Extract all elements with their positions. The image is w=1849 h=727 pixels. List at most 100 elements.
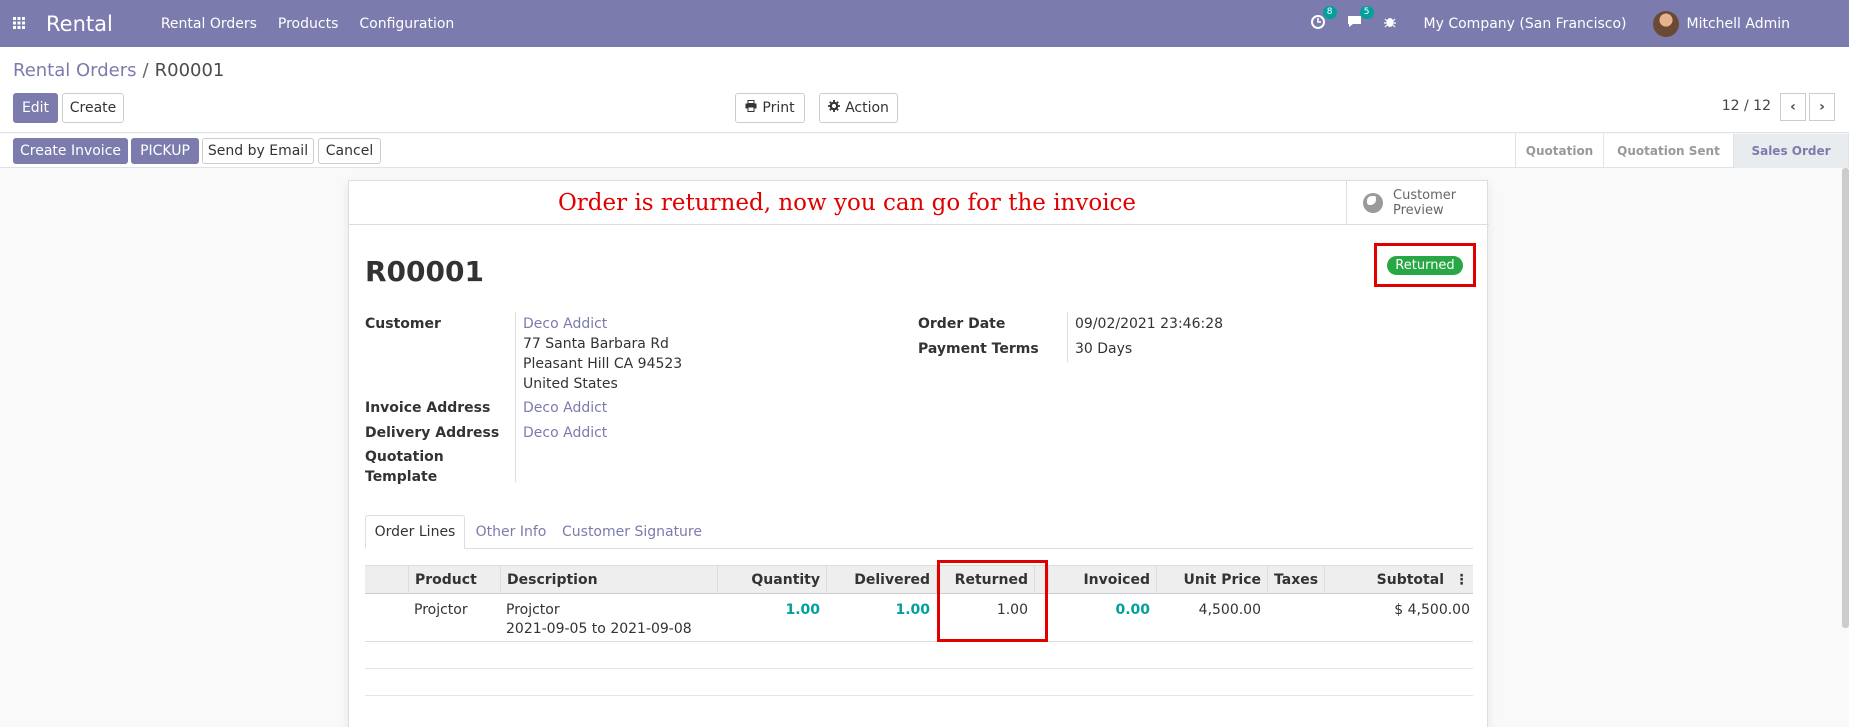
info-banner: Order is returned, now you can go for th… (349, 181, 1489, 225)
breadcrumb-current: R00001 (154, 60, 225, 81)
create-invoice-button[interactable]: Create Invoice (13, 138, 128, 164)
breadcrumb-separator: / (142, 60, 149, 81)
notebook-tabs: Order Lines Other Info Customer Signatur… (365, 515, 1473, 549)
customer-preview-label: Customer Preview (1393, 188, 1456, 218)
cell-delivered: 1.00 (895, 602, 930, 618)
preview-label-line1: Customer (1393, 188, 1457, 203)
address-line-1: 77 Santa Barbara Rd (523, 336, 669, 352)
field-divider-right (1067, 312, 1068, 362)
payment-terms-value: 30 Days (1075, 341, 1133, 357)
globe-icon (1363, 193, 1383, 213)
cell-subtotal: $ 4,500.00 (1394, 602, 1470, 618)
delivery-address-label: Delivery Address (365, 425, 500, 441)
address-line-3: United States (523, 376, 618, 392)
handle-column-header (365, 566, 409, 594)
pager-counter[interactable]: 12 / 12 (1722, 98, 1771, 114)
breadcrumb: Rental Orders / R00001 (13, 60, 224, 81)
cell-invoiced: 0.00 (1115, 602, 1150, 618)
column-invoiced[interactable]: Invoiced (1048, 566, 1156, 594)
cell-product: Projctor (414, 602, 468, 618)
banner-message: Order is returned, now you can go for th… (557, 190, 1137, 216)
send-by-email-button[interactable]: Send by Email (202, 138, 314, 164)
control-panel: Rental Orders / R00001 Edit Create Print A… (0, 47, 1849, 133)
tab-customer-signature[interactable]: Customer Signature (557, 515, 707, 549)
top-navbar: Rental Rental Orders Products Configurat… (0, 0, 1849, 47)
breadcrumb-rental-orders[interactable]: Rental Orders (13, 60, 137, 81)
cell-unit-price: 4,500.00 (1198, 602, 1261, 618)
empty-table-row (365, 642, 1473, 669)
create-button[interactable]: Create (62, 93, 124, 123)
cancel-button[interactable]: Cancel (318, 138, 381, 164)
quotation-template-label-1: Quotation (365, 449, 444, 465)
action-button[interactable]: Action (819, 93, 898, 123)
field-divider-left (515, 312, 516, 482)
edit-button[interactable]: Edit (13, 93, 58, 123)
page-scrollbar[interactable] (1842, 168, 1849, 628)
action-label: Action (845, 100, 889, 116)
status-badge: Returned (1387, 255, 1463, 275)
order-date-value: 09/02/2021 23:46:28 (1075, 316, 1224, 332)
customer-label: Customer (365, 316, 441, 332)
column-subtotal[interactable]: Subtotal (1324, 566, 1450, 594)
form-sheet: Order is returned, now you can go for th… (348, 180, 1489, 727)
cell-quantity: 1.00 (785, 602, 820, 618)
stage-sales-order[interactable]: Sales Order (1734, 134, 1849, 168)
company-switcher[interactable]: My Company (San Francisco) (1424, 16, 1627, 32)
print-label: Print (762, 100, 795, 116)
column-quantity[interactable]: Quantity (717, 566, 826, 594)
stage-quotation[interactable]: Quotation (1516, 134, 1604, 168)
pickup-button[interactable]: PICKUP (131, 138, 199, 164)
print-button[interactable]: Print (735, 93, 805, 123)
column-taxes[interactable]: Taxes (1267, 566, 1324, 594)
column-unit-price[interactable]: Unit Price (1156, 566, 1267, 594)
returned-column-highlight-box (937, 560, 1048, 642)
pager-previous-button[interactable]: ‹ (1780, 93, 1806, 121)
activity-icon[interactable]: 8 (1310, 5, 1337, 33)
app-name[interactable]: Rental (46, 12, 113, 36)
status-bar: Create Invoice PICKUP Send by Email Canc… (0, 134, 1849, 168)
activity-count-badge: 8 (1322, 5, 1337, 19)
user-menu[interactable]: Mitchell Admin (1687, 16, 1791, 32)
menu-configuration[interactable]: Configuration (349, 16, 464, 32)
menu-rental-orders[interactable]: Rental Orders (151, 16, 267, 32)
messages-icon[interactable]: 5 (1347, 6, 1374, 32)
order-date-label: Order Date (918, 316, 1006, 332)
stage-quotation-sent[interactable]: Quotation Sent (1604, 134, 1734, 168)
tab-order-lines[interactable]: Order Lines (365, 515, 465, 549)
status-highlight-box: Returned (1374, 243, 1476, 287)
preview-label-line2: Preview (1393, 203, 1444, 218)
tab-other-info[interactable]: Other Info (465, 515, 557, 549)
chevron-left-icon: ‹ (1790, 99, 1796, 115)
order-lines-table: Product Description Quantity Delivered R… (365, 565, 1473, 696)
empty-table-row (365, 669, 1473, 696)
table-header: Product Description Quantity Delivered R… (365, 565, 1473, 594)
customer-link[interactable]: Deco Addict (523, 316, 607, 332)
customer-preview-button[interactable]: Customer Preview (1346, 181, 1489, 225)
message-count-badge: 5 (1359, 6, 1374, 19)
address-line-2: Pleasant Hill CA 94523 (523, 356, 683, 372)
printer-icon (745, 100, 757, 116)
systray: 8 5 My Company (San Francisco) Mitchell … (1310, 0, 1849, 47)
pager-next-button[interactable]: › (1809, 93, 1835, 121)
column-description[interactable]: Description (500, 566, 717, 594)
invoice-address-link[interactable]: Deco Addict (523, 400, 607, 416)
menu-products[interactable]: Products (268, 16, 348, 32)
chevron-right-icon: › (1819, 99, 1825, 115)
user-avatar[interactable] (1652, 10, 1679, 37)
table-row[interactable]: Projctor Projctor 2021-09-05 to 2021-09-… (365, 594, 1473, 642)
debug-bug-icon[interactable] (1383, 15, 1396, 32)
gear-icon (828, 100, 841, 116)
quotation-template-field[interactable] (523, 449, 883, 469)
main-menu: Rental Orders Products Configuration (151, 16, 465, 32)
quotation-template-label-2: Template (365, 469, 438, 485)
stage-pipeline: Quotation Quotation Sent Sales Order (1515, 134, 1849, 168)
order-reference: R00001 (365, 255, 484, 288)
payment-terms-label: Payment Terms (918, 341, 1039, 357)
delivery-address-link[interactable]: Deco Addict (523, 425, 607, 441)
column-options-icon[interactable]: ⋮ (1450, 566, 1473, 594)
column-delivered[interactable]: Delivered (826, 566, 936, 594)
column-product[interactable]: Product (408, 566, 500, 594)
cell-description-line2: 2021-09-05 to 2021-09-08 (506, 621, 692, 637)
apps-menu-icon[interactable] (6, 15, 32, 33)
invoice-address-label: Invoice Address (365, 400, 491, 416)
